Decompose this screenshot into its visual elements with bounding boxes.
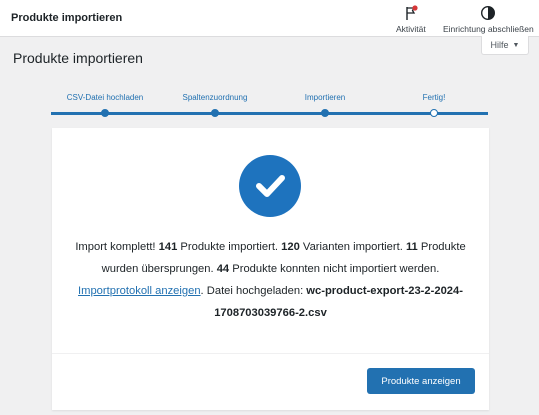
step-dot [101, 109, 109, 117]
step-dot [430, 109, 438, 117]
summary-text: Produkte konnten nicht importiert werden… [229, 263, 440, 275]
caret-down-icon: ▼ [512, 41, 520, 49]
failed-count: 44 [216, 263, 230, 275]
import-result-card: Import komplett! 141 Produkte importiert… [52, 128, 489, 410]
divider [52, 353, 489, 354]
finish-setup-button[interactable]: Einrichtung abschließen [443, 4, 534, 34]
finish-setup-label: Einrichtung abschließen [443, 24, 534, 34]
top-bar: Produkte importieren Aktivität Einrichtu… [0, 0, 539, 37]
summary-text: Varianten importiert. [299, 241, 406, 253]
help-label: Hilfe [490, 40, 509, 50]
view-products-button[interactable]: Produkte anzeigen [367, 368, 475, 394]
topbar-title: Produkte importieren [11, 12, 123, 24]
progress-steps: CSV-Datei hochladen Spaltenzuordnung Imp… [51, 93, 488, 123]
half-circle-icon [480, 4, 496, 22]
flag-icon [404, 4, 418, 22]
progress-line [51, 112, 488, 115]
checkmark-icon [239, 155, 301, 217]
step-done: Fertig! [379, 93, 489, 117]
activity-label: Aktivität [396, 24, 426, 34]
step-dot [211, 109, 219, 117]
step-label: Fertig! [422, 93, 446, 102]
summary-text: . Datei hochgeladen: [200, 285, 307, 297]
step-import: Importieren [270, 93, 380, 117]
import-summary: Import komplett! 141 Produkte importiert… [74, 236, 467, 324]
step-label: CSV-Datei hochladen [66, 93, 144, 102]
step-label: Importieren [304, 93, 346, 102]
page-title: Produkte importieren [13, 50, 143, 66]
step-column-mapping: Spaltenzuordnung [160, 93, 270, 117]
step-label: Spaltenzuordnung [182, 93, 248, 102]
help-tab-button[interactable]: Hilfe ▼ [481, 36, 529, 55]
summary-text: Produkte importiert. [177, 241, 282, 253]
imported-count: 141 [158, 241, 178, 253]
import-log-link[interactable]: Importprotokoll anzeigen [78, 285, 201, 297]
skipped-count: 11 [405, 241, 418, 253]
summary-text: Import komplett! [75, 241, 159, 253]
variants-count: 120 [281, 241, 300, 253]
step-dot [321, 109, 329, 117]
activity-button[interactable]: Aktivität [396, 4, 426, 34]
step-csv-upload: CSV-Datei hochladen [50, 93, 160, 117]
